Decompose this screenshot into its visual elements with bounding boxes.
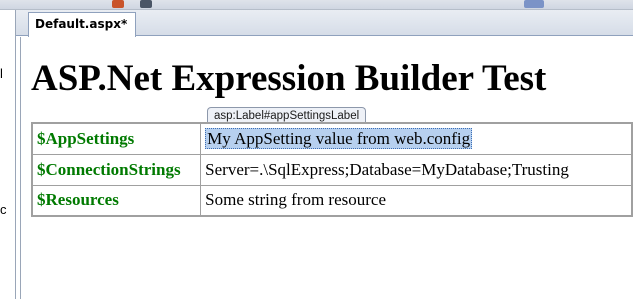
design-surface[interactable]: ASP.Net Expression Builder Test asp:Labe… <box>20 37 633 299</box>
row-value[interactable]: Server=.\SqlExpress;Database=MyDatabase;… <box>200 153 633 186</box>
app-settings-label[interactable]: My AppSetting value from web.config <box>205 127 473 149</box>
expression-table: $AppSettings My AppSetting value from we… <box>31 122 633 217</box>
table-row: $ConnectionStrings Server=.\SqlExpress;D… <box>31 153 633 186</box>
left-panel-fragment: l <box>0 66 3 81</box>
row-value-cell[interactable]: My AppSetting value from web.config <box>200 122 633 155</box>
table-row: $AppSettings My AppSetting value from we… <box>31 122 633 155</box>
tab-label: Default.aspx* <box>35 17 128 31</box>
toolbar-icon-3[interactable] <box>524 0 544 8</box>
tab-default-aspx[interactable]: Default.aspx* <box>28 12 137 37</box>
row-key: $AppSettings <box>31 122 202 155</box>
row-value[interactable]: Some string from resource <box>200 184 633 217</box>
left-panel-fragment: c <box>0 202 7 217</box>
toolbar-icon-2[interactable] <box>140 0 152 8</box>
toolbar-strip <box>0 0 633 10</box>
document-tab-bar: Default.aspx* <box>16 10 633 37</box>
page-heading: ASP.Net Expression Builder Test <box>31 58 547 99</box>
left-panel: l c <box>0 10 16 299</box>
toolbar-icon-1[interactable] <box>112 0 124 8</box>
row-key: $Resources <box>31 184 202 217</box>
row-key: $ConnectionStrings <box>31 153 202 186</box>
table-row: $Resources Some string from resource <box>31 184 633 217</box>
